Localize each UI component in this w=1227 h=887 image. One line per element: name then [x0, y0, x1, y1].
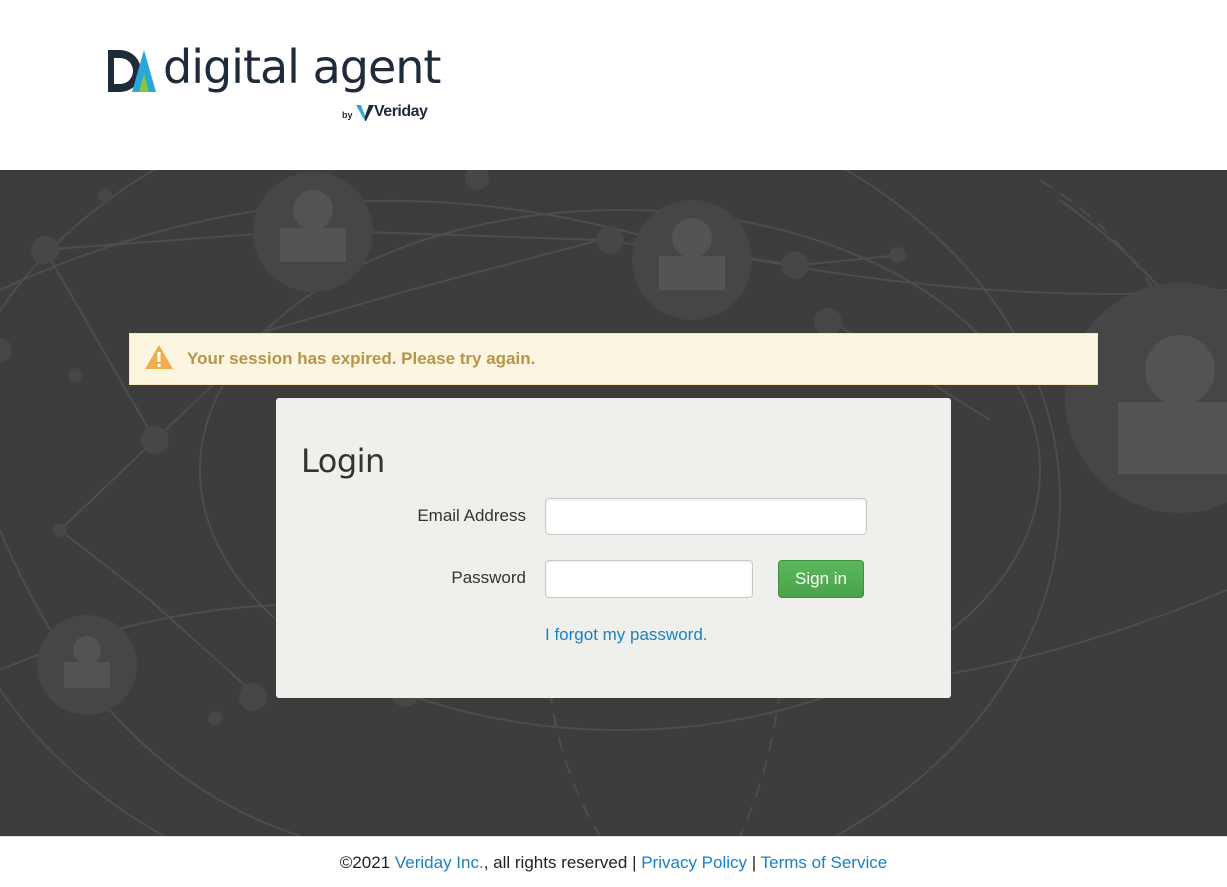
header: digital agent by Veriday [0, 0, 1227, 170]
password-input[interactable] [545, 560, 753, 598]
alert-message: Your session has expired. Please try aga… [187, 349, 536, 368]
terms-of-service-link[interactable]: Terms of Service [761, 853, 888, 872]
login-card: Login Email Address Password Sign in I f… [276, 398, 951, 698]
email-input[interactable] [545, 498, 867, 535]
login-title: Login [301, 442, 385, 480]
footer-separator: | [751, 853, 757, 872]
warning-icon [145, 345, 173, 369]
footer: ©2021 Veriday Inc., all rights reserved … [0, 836, 1227, 887]
brand-name: digital agent [163, 40, 441, 94]
email-label: Email Address [417, 506, 526, 525]
brand-company: Veriday [374, 103, 428, 120]
brand-by: by [342, 110, 353, 120]
rights-text: , all rights reserved [483, 853, 628, 872]
session-expired-alert: Your session has expired. Please try aga… [129, 333, 1098, 385]
copyright-text: ©2021 [339, 853, 391, 872]
sign-in-button[interactable]: Sign in [778, 560, 864, 598]
footer-separator: | [632, 853, 637, 872]
digital-agent-logo[interactable]: digital agent by Veriday [106, 40, 446, 126]
forgot-password-link[interactable]: I forgot my password. [545, 625, 708, 645]
veriday-mark-icon [356, 105, 374, 121]
veriday-inc-link[interactable]: Veriday Inc. [395, 853, 484, 872]
da-logo-mark-icon [108, 50, 156, 92]
password-label: Password [451, 568, 526, 587]
privacy-policy-link[interactable]: Privacy Policy [641, 853, 747, 872]
